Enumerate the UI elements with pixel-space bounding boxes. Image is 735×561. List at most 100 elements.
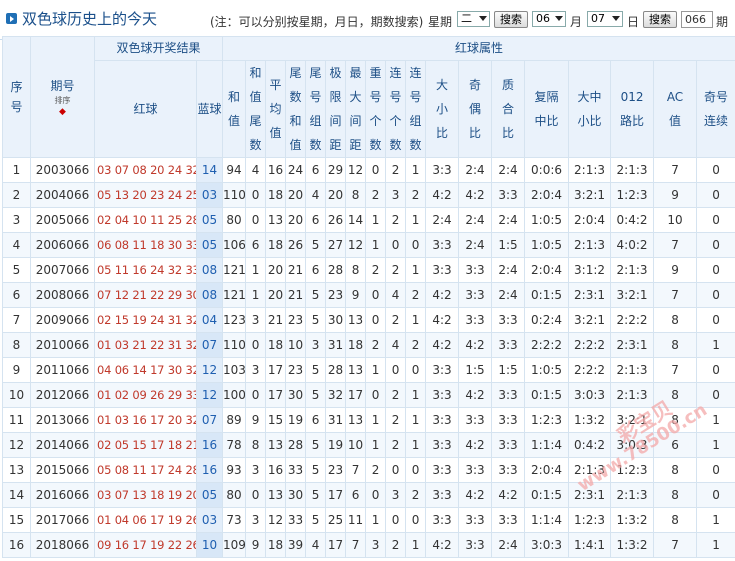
table-row: 4 2006066 06 08 11 18 30 33 05 106 6 18 26 5 27 12… xyxy=(2,232,735,258)
row-attr-cell: 2:4 xyxy=(491,532,526,558)
row-attr-cell: 3 xyxy=(245,357,267,383)
sort-icon[interactable]: ◆ xyxy=(32,108,94,117)
attrs-group-header: 红球属性 xyxy=(222,36,735,61)
row-attr-cell: 1:4:1 xyxy=(568,532,612,558)
row-blue-ball-cell: 05 xyxy=(195,232,224,258)
row-attr-cell: 3:3 xyxy=(491,332,526,358)
row-attr-cell: 0 xyxy=(385,232,407,258)
row-attr-cell: 1 xyxy=(365,207,387,233)
row-attr-cell: 2 xyxy=(385,432,407,458)
table-row: 7 2009066 02 15 19 24 31 32 04 123 3 21 23 5 30 13… xyxy=(2,307,735,333)
row-attr-cell: 1 xyxy=(365,357,387,383)
row-attr-cell: 20 xyxy=(285,207,307,233)
row-attr-cell: 3:3 xyxy=(425,432,460,458)
row-attr-cell: 4 xyxy=(385,282,407,308)
row-attr-cell: 2 xyxy=(385,407,407,433)
row-attr-cell: 0 xyxy=(405,232,427,258)
search-note: (注：可以分别按星期，月日，期数搜索) xyxy=(210,15,424,29)
row-issue-cell: 2007066 xyxy=(30,257,95,283)
row-red-balls-cell: 06 08 11 18 30 33 xyxy=(94,232,197,258)
issue-input[interactable]: 066 xyxy=(681,11,713,28)
row-attr-cell: 4:2 xyxy=(458,382,493,408)
row-attr-cell: 2:1:3 xyxy=(568,232,612,258)
row-blue-ball-cell: 03 xyxy=(195,507,224,533)
row-attr-cell: 4:2 xyxy=(425,307,460,333)
day-select-value: 07 xyxy=(591,12,605,25)
row-attr-cell: 8 xyxy=(653,407,698,433)
row-issue-cell: 2016066 xyxy=(30,482,95,508)
attr-header: 最大间距 xyxy=(345,60,367,158)
row-attr-cell: 1 xyxy=(405,307,427,333)
row-attr-cell: 2 xyxy=(365,182,387,208)
row-attr-cell: 2:0:4 xyxy=(524,182,570,208)
week-select[interactable]: 二 xyxy=(457,11,490,27)
row-attr-cell: 89 xyxy=(222,407,247,433)
row-attr-cell: 17 xyxy=(325,532,347,558)
row-attr-cell: 29 xyxy=(325,157,347,183)
results-group-header: 双色球开奖结果 xyxy=(93,36,224,61)
month-select[interactable]: 06 xyxy=(532,11,566,27)
week-search-button[interactable]: 搜索 xyxy=(494,11,528,28)
row-attr-cell: 93 xyxy=(222,457,247,483)
row-attr-cell: 8 xyxy=(653,507,698,533)
row-attr-cell: 1 xyxy=(405,257,427,283)
row-attr-cell: 1 xyxy=(696,332,735,358)
row-attr-cell: 2 xyxy=(385,532,407,558)
row-attr-cell: 25 xyxy=(325,507,347,533)
row-issue-cell: 2015066 xyxy=(30,457,95,483)
page-title: 双色球历史上的今天 xyxy=(22,10,158,28)
row-attr-cell: 1:0:5 xyxy=(524,357,570,383)
row-attr-cell: 1:2:3 xyxy=(524,407,570,433)
attr-header: 大中小比 xyxy=(568,60,612,158)
row-attr-cell: 23 xyxy=(285,357,307,383)
row-attr-cell: 2:1:3 xyxy=(568,457,612,483)
row-attr-cell: 0 xyxy=(405,507,427,533)
row-blue-ball-cell: 12 xyxy=(195,382,224,408)
row-attr-cell: 8 xyxy=(653,332,698,358)
row-attr-cell: 2:1:3 xyxy=(610,357,655,383)
row-attr-cell: 9 xyxy=(245,407,267,433)
date-search-button[interactable]: 搜索 xyxy=(643,11,677,28)
row-attr-cell: 3:2:1 xyxy=(610,407,655,433)
row-attr-cell: 13 xyxy=(345,407,367,433)
row-attr-cell: 1 xyxy=(245,282,267,308)
row-issue-cell: 2011066 xyxy=(30,357,95,383)
row-attr-cell: 4:2 xyxy=(425,332,460,358)
row-attr-cell: 3:3 xyxy=(425,507,460,533)
row-attr-cell: 0 xyxy=(365,157,387,183)
seq-header: 序号 xyxy=(2,36,31,158)
row-attr-cell: 3 xyxy=(245,507,267,533)
attr-header: 012路比 xyxy=(610,60,655,158)
row-attr-cell: 2 xyxy=(405,182,427,208)
sort-label: 排序 xyxy=(54,96,71,105)
row-attr-cell: 4:2 xyxy=(458,332,493,358)
row-attr-cell: 3:3 xyxy=(425,357,460,383)
day-select[interactable]: 07 xyxy=(587,11,623,27)
row-blue-ball-cell: 04 xyxy=(195,307,224,333)
row-attr-cell: 7 xyxy=(653,157,698,183)
row-attr-cell: 18 xyxy=(265,332,287,358)
search-toolbar: 双色球历史上的今天 (注：可以分别按星期，月日，期数搜索) 星期 二 搜索 06… xyxy=(0,0,735,40)
row-attr-cell: 18 xyxy=(265,182,287,208)
row-attr-cell: 1 xyxy=(365,432,387,458)
row-attr-cell: 73 xyxy=(222,507,247,533)
row-attr-cell: 0 xyxy=(696,232,735,258)
month-label: 月 xyxy=(570,15,583,29)
row-attr-cell: 3:1:2 xyxy=(568,257,612,283)
row-attr-cell: 4:2 xyxy=(425,282,460,308)
row-attr-cell: 121 xyxy=(222,257,247,283)
row-attr-cell: 24 xyxy=(285,157,307,183)
row-attr-cell: 32 xyxy=(325,382,347,408)
row-attr-cell: 2 xyxy=(405,282,427,308)
row-attr-cell: 2 xyxy=(385,257,407,283)
row-attr-cell: 27 xyxy=(325,232,347,258)
row-attr-cell: 6 xyxy=(305,257,327,283)
row-attr-cell: 2:1:3 xyxy=(610,257,655,283)
row-attr-cell: 31 xyxy=(325,407,347,433)
row-attr-cell: 19 xyxy=(325,432,347,458)
row-attr-cell: 110 xyxy=(222,332,247,358)
row-attr-cell: 1 xyxy=(365,407,387,433)
row-attr-cell: 3:3 xyxy=(458,257,493,283)
issue-header[interactable]: 期号 排序 ◆ xyxy=(30,36,95,158)
row-attr-cell: 2:3:1 xyxy=(568,282,612,308)
